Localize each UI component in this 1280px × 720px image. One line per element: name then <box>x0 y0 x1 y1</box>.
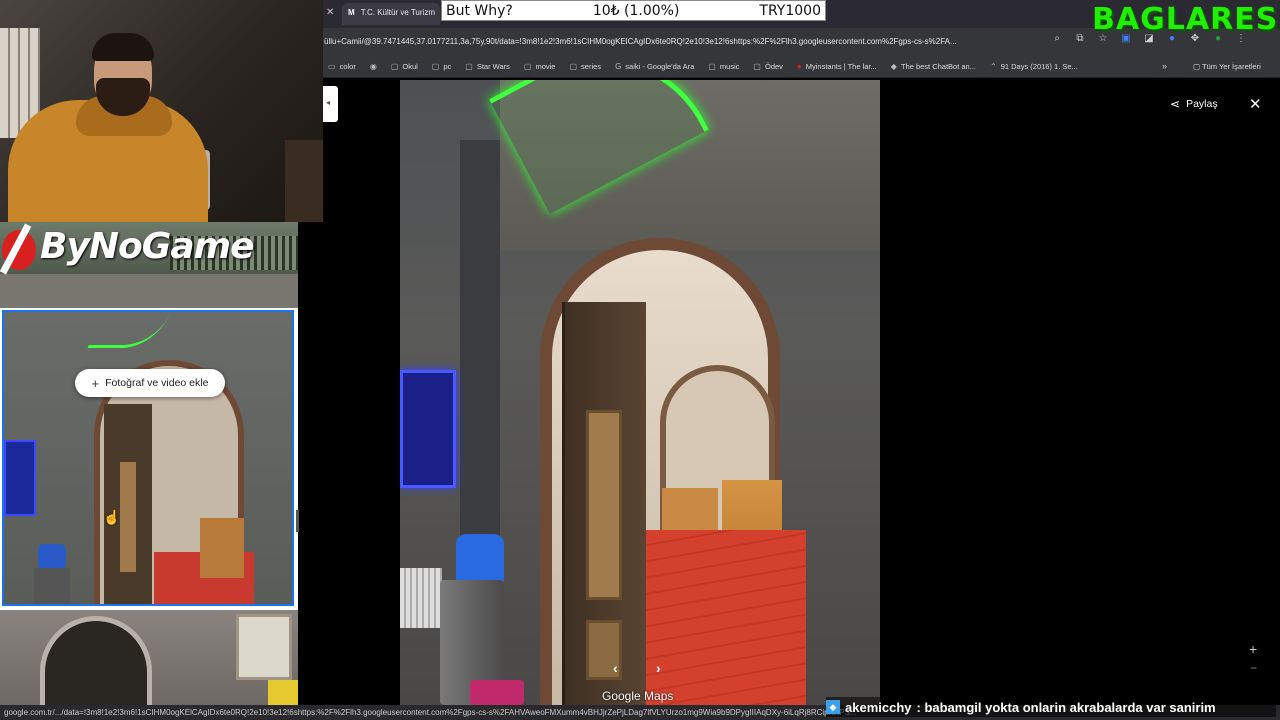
alert-amount: 10₺ (1.00%) <box>592 2 680 19</box>
hand-cursor-icon: ☝ <box>103 509 121 525</box>
myinstants-icon: ● <box>796 62 802 71</box>
bookmark-item[interactable]: ▢ series <box>569 62 601 71</box>
logo-text: ByNoGame <box>40 226 255 267</box>
streamer-logo-overlay: ByNoGame <box>0 222 298 308</box>
thumbnail-plaque <box>87 312 171 348</box>
photo-water-bottle <box>456 534 504 584</box>
next-photo-button[interactable]: › <box>656 660 661 676</box>
photo-bucket <box>470 680 524 705</box>
share-label: Paylaş <box>1186 98 1218 110</box>
screen: ByNoGame ✕ M T.C. Kültür ve Turizm üllu+… <box>0 0 1280 720</box>
bookmark-item[interactable]: ▢ Star Wars <box>465 62 510 71</box>
chatbot-icon: ◆ <box>890 62 897 71</box>
google-icon: G <box>615 62 622 71</box>
thumbnail-blue-sign <box>4 440 36 516</box>
photo-radiator <box>400 568 442 628</box>
bookmark-item[interactable]: ▢ Ödev <box>753 62 783 71</box>
alert-goal: TRY1000 <box>759 2 821 19</box>
chat-username: akemicchy <box>845 699 912 715</box>
main-photo-viewer[interactable] <box>400 80 880 705</box>
translate-icon[interactable]: ⧉ <box>1073 33 1087 44</box>
bookmark-item[interactable]: ▢ movie <box>524 62 556 71</box>
previous-photo-button[interactable]: ‹ <box>613 660 618 676</box>
bookmark-item[interactable]: ◆ The best ChatBot an... <box>891 62 976 71</box>
webcam-feed <box>0 0 323 222</box>
chat-text: : babamgil yokta onlarin akrabalarda var… <box>916 699 1216 715</box>
gmail-favicon-icon: M <box>348 8 355 17</box>
bookmark-item[interactable]: ● Myinstants | The lar... <box>797 62 877 71</box>
thumbnail-wood <box>200 518 244 578</box>
all-bookmarks-folder[interactable]: ▢ Tüm Yer İşaretleri <box>1193 62 1261 71</box>
brand-overlay-text: BAGLARES <box>1092 2 1279 37</box>
plus-icon: + <box>91 375 100 391</box>
share-icon: ⋖ <box>1170 97 1181 111</box>
close-icon[interactable]: ✕ <box>1249 95 1262 113</box>
tab-title: T.C. Kültür ve Turizm <box>360 8 435 17</box>
chat-message: ◆ akemicchy : babamgil yokta onlarin akr… <box>826 697 1276 717</box>
anime-icon: ⌃ <box>989 62 997 71</box>
thumbnail-water-cooler <box>34 568 70 604</box>
photo-thumbnail-selected[interactable] <box>2 310 294 606</box>
photo-carpet <box>646 530 806 705</box>
folder-icon: ▢ <box>431 62 440 71</box>
bookmark-item[interactable]: ⌃ 91 Days (2016) 1. Se... <box>990 62 1078 71</box>
folder-icon: ▢ <box>708 62 716 71</box>
chat-badge-icon: ◆ <box>826 700 840 714</box>
logo-background-ground <box>0 274 298 308</box>
thumbnail-water-bottle <box>38 544 66 570</box>
collapse-panel-button[interactable]: ◂ <box>323 86 338 122</box>
sidebar-scrollbar[interactable] <box>296 510 299 532</box>
zoom-out-button[interactable]: − <box>1250 661 1257 675</box>
chevron-left-icon: ◂ <box>326 98 331 107</box>
folder-icon: ▢ <box>753 62 761 71</box>
bookmark-item[interactable]: ◉ <box>370 62 377 71</box>
share-button[interactable]: ⋖ Paylaş <box>1170 97 1218 111</box>
add-photo-label: Fotoğraf ve video ekle <box>105 377 209 389</box>
bookmarks-overflow-icon[interactable]: » <box>1162 61 1167 71</box>
thumbnail-frame <box>236 614 292 680</box>
webcam-person-hair <box>92 33 154 61</box>
photo-thumbnail[interactable] <box>0 610 298 720</box>
globe-icon: ◉ <box>369 62 377 71</box>
zoom-in-button[interactable]: + <box>1249 641 1257 657</box>
bookmark-item[interactable]: ▢ pc <box>432 62 451 71</box>
zoom-icon[interactable]: ⌕ <box>1050 33 1064 44</box>
bookmark-item[interactable]: ▢ Okul <box>391 62 418 71</box>
folder-icon: ▢ <box>569 62 578 71</box>
tab-close-icon[interactable]: ✕ <box>326 7 334 18</box>
thumbnail-door-panel <box>120 462 136 572</box>
folder-icon: ▢ <box>523 62 532 71</box>
url-text[interactable]: üllu+Camii/@39.7471445,37.0177211,3a,75y… <box>324 37 1044 46</box>
photo-door-panel <box>586 410 622 600</box>
bookmarks-bar: ▭ color ◉ ▢ Okul ▢ pc ▢ Star Wars ▢ movie ▢ se… <box>323 56 1280 78</box>
page-icon: ▭ <box>328 62 336 71</box>
folder-icon: ▢ <box>465 62 473 71</box>
bookmark-item[interactable]: ▭ color <box>328 62 356 71</box>
folder-icon: ▢ <box>390 62 399 71</box>
webcam-shelf <box>285 140 323 222</box>
photo-blue-sign <box>400 370 456 488</box>
tab-active[interactable]: M T.C. Kültür ve Turizm <box>342 3 440 25</box>
google-maps-watermark: Google Maps <box>602 689 674 703</box>
donation-goal-alert: But Why? 10₺ (1.00%) TRY1000 <box>441 0 826 21</box>
add-photo-video-button[interactable]: + Fotoğraf ve video ekle <box>75 369 225 397</box>
alert-title: But Why? <box>446 2 513 19</box>
bookmark-item[interactable]: Gsaiki - Google'da Ara <box>615 62 694 71</box>
bookmark-item[interactable]: ▢ music <box>708 62 739 71</box>
